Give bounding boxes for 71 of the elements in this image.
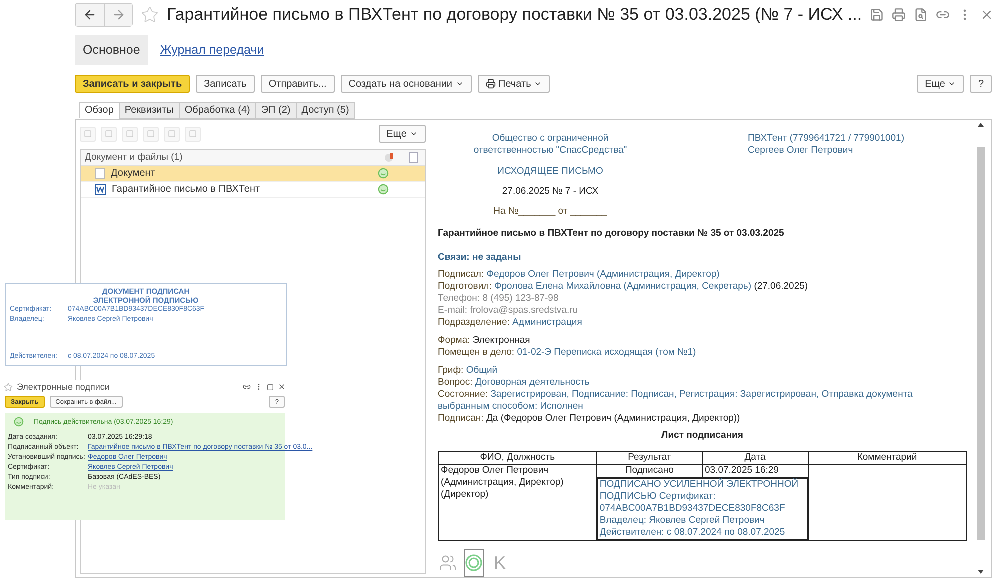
column-header: Комментарий (808, 452, 966, 464)
signature-status-icon (14, 417, 24, 427)
file-name: Гарантийное письмо в ПВХТент (112, 184, 262, 195)
column-header: Результат (596, 452, 702, 464)
recipient-line: Сергеев Олег Петрович (748, 145, 854, 157)
star-icon[interactable] (141, 6, 159, 24)
toolbar-button[interactable]: Записать и закрыть (75, 75, 190, 93)
link-icon[interactable] (243, 383, 251, 391)
section-tab[interactable]: Журнал передачи (152, 35, 272, 65)
word-file-icon (95, 184, 106, 195)
letter-field: Форма: Электронная (438, 335, 967, 347)
more-button[interactable]: Еще (378, 125, 426, 143)
letter-field: Вопрос: Договорная деятельность (438, 377, 967, 389)
back-button[interactable] (76, 4, 104, 26)
letter-subject: Гарантийное письмо в ПВХТент по договору поставки № 35 от 03.03.2025 (438, 228, 786, 239)
close-icon[interactable] (278, 383, 286, 391)
scroll-up-icon[interactable] (978, 123, 984, 127)
letter-field: Подразделение: Администрация (438, 317, 967, 329)
signature-status-icon (378, 184, 388, 195)
toolbar-button[interactable]: Создать на основании (340, 75, 472, 93)
caret-icon (410, 130, 418, 138)
column-header: ФИО, Должность (438, 452, 597, 464)
save-icon[interactable] (870, 8, 884, 22)
column-header: Документ и файлы (1) (85, 152, 184, 163)
tab[interactable]: Обработка (4) (178, 102, 256, 119)
table-cell: Федоров Олег Петрович (Администрация, Директор) (Директор) (438, 464, 597, 540)
signature-stamp-text: ПОДПИСАНО УСИЛЕННОЙ ЭЛЕКТРОННОЙ ПОДПИСЬЮ Сертификат: 074ABC00A7B1BD93437DECE830F8C63F Владелец: Яковлев Сергей Петрович Действителен: с 08.07.2024 по 08.07.2025 (596, 478, 808, 540)
recipient-line: ПВХТент (7799641721 / 779901001) (748, 133, 905, 145)
sender-line: Общество с ограниченной (492, 133, 609, 145)
maximize-icon[interactable] (267, 384, 274, 390)
file-name: Документ (111, 168, 156, 179)
tab[interactable]: Реквизиты (118, 102, 180, 119)
printer-icon (486, 79, 496, 89)
letter-field: Состояние: Зарегистрирован, Подписание: Подписан, Регистрация: Зарегистрирован, Отправка документа выбранным способом: Исполнен (438, 389, 967, 413)
signature-status-icon (378, 168, 388, 179)
file-row[interactable]: Документ (81, 166, 425, 182)
letter-field: Помещен в дело: 01-02-Э Переписка исходящая (том №1) (438, 347, 967, 359)
toolbar-button[interactable]: Печать (478, 75, 550, 93)
tab[interactable]: Доступ (5) (296, 102, 356, 119)
reply-to-line: На №_______ от _______ (494, 206, 608, 217)
letter-field: Гриф: Общий (438, 365, 967, 377)
tab[interactable]: ЭП (2) (255, 102, 297, 119)
file-row[interactable]: Гарантийное письмо в ПВХТент (81, 182, 425, 198)
letter-field: Подписан: Да (Федоров Олег Петрович (Администрация, Директор)) (438, 413, 967, 425)
letter-field: E-mail: frolova@spas.sredstva.ru (438, 305, 967, 317)
sender-line: ответственностью "СпасСредства" (474, 145, 628, 157)
preview-icon[interactable] (914, 8, 928, 22)
star-icon[interactable] (4, 382, 13, 392)
scroll-down-icon[interactable] (978, 570, 984, 574)
scrollbar[interactable] (975, 123, 987, 574)
letter-field: Телефон: 8 (495) 123-87-98 (438, 293, 967, 305)
section-tab[interactable]: Основное (75, 35, 148, 65)
caret-icon (948, 80, 956, 88)
links-heading: Связи: не заданы (438, 252, 522, 263)
document-icon (95, 168, 105, 179)
column-header: Дата (702, 452, 808, 464)
print-icon[interactable] (892, 8, 906, 22)
more-button[interactable]: Еще (917, 75, 964, 93)
signature-stamp-icon[interactable] (464, 549, 484, 577)
signatures-title: Электронные подписи (17, 382, 110, 392)
letter-kind: ИСХОДЯЩЕЕ ПИСЬМО (498, 166, 604, 177)
letter-field: Подписал: Федоров Олег Петрович (Администрация, Директор) (438, 269, 967, 281)
sheet-title: Лист подписания (660, 430, 744, 441)
letter-field: Подготовил: Фролова Елена Михайловна (Администрация, Секретарь) (27.06.2025) (438, 281, 967, 293)
letter-number: 27.06.2025 № 7 - ИСХ (502, 186, 599, 197)
toolbar-button[interactable]: Записать (196, 75, 255, 93)
help-button[interactable]: ? (970, 75, 992, 93)
window-title: Гарантийное письмо в ПВХТент по договору поставки № 35 от 03.03.2025 (№ 7 - ИСХ ... (167, 5, 862, 25)
tab[interactable]: Обзор (79, 102, 120, 119)
table-cell: 03.07.2025 16:29 (702, 464, 808, 478)
toolbar-button[interactable]: Отправить... (260, 75, 335, 93)
